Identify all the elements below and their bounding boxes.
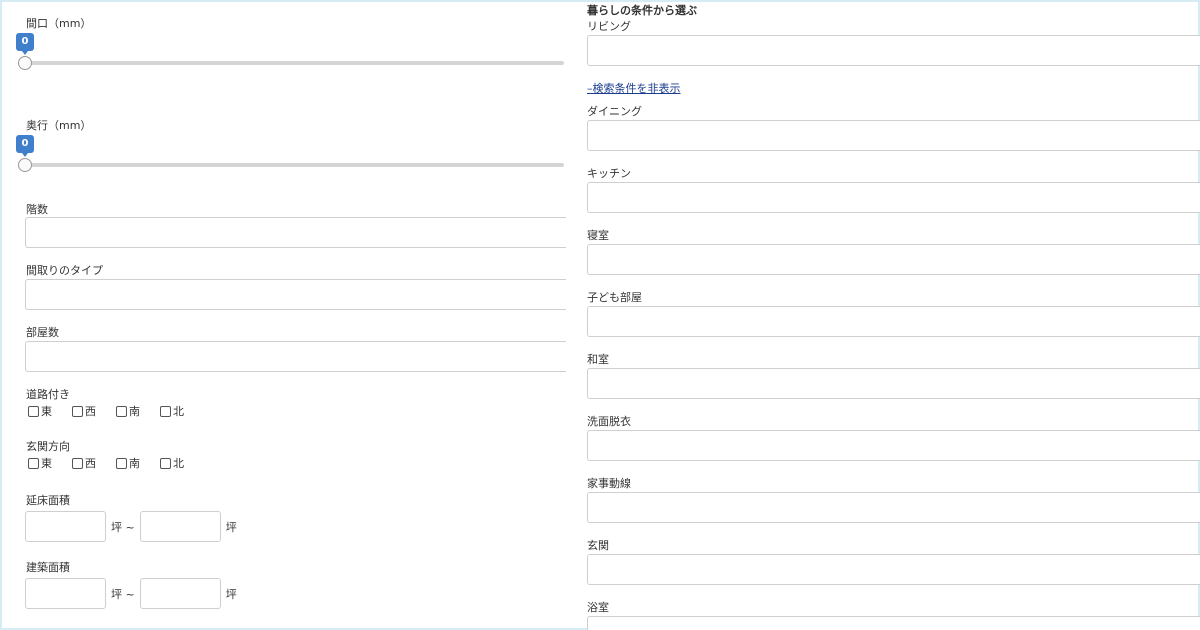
total-floor-area-range: 坪 ~ 坪 bbox=[25, 511, 242, 542]
bedroom-label: 寝室 bbox=[587, 229, 609, 242]
entrance-east-checkbox[interactable]: 東 bbox=[28, 456, 72, 470]
road-access-east-checkbox[interactable]: 東 bbox=[28, 404, 72, 418]
depth-slider-track[interactable] bbox=[24, 163, 564, 167]
living-select[interactable] bbox=[587, 35, 1200, 66]
width-slider-label: 間口（mm） bbox=[26, 17, 92, 30]
total-floor-area-min-input[interactable] bbox=[25, 511, 106, 542]
checkbox-label: 東 bbox=[41, 457, 52, 470]
checkbox-label: 北 bbox=[173, 457, 184, 470]
right-filter-column: 暮らしの条件から選ぶ リビング –検索条件を非表示 ダイニング キッチン 寝室 … bbox=[565, 0, 1200, 630]
width-slider-handle[interactable] bbox=[18, 56, 32, 70]
unit-label: 坪 ~ bbox=[111, 520, 135, 534]
depth-slider[interactable]: 0 bbox=[16, 135, 564, 175]
checkbox-box[interactable] bbox=[72, 405, 83, 417]
unit-label: 坪 ~ bbox=[111, 587, 135, 601]
checkbox-box[interactable] bbox=[28, 457, 39, 469]
entrance-direction-checkboxes: 東 西 南 北 bbox=[28, 456, 204, 470]
road-access-checkboxes: 東 西 南 北 bbox=[28, 404, 204, 418]
total-floor-area-label: 延床面積 bbox=[26, 494, 70, 507]
washroom-select[interactable] bbox=[587, 430, 1200, 461]
building-area-max-input[interactable] bbox=[139, 578, 221, 609]
kitchen-select[interactable] bbox=[587, 182, 1200, 213]
dining-label: ダイニング bbox=[587, 105, 642, 118]
total-floor-area-max-input[interactable] bbox=[139, 511, 221, 542]
kitchen-label: キッチン bbox=[587, 167, 631, 180]
checkbox-box[interactable] bbox=[28, 405, 39, 417]
housework-flow-label: 家事動線 bbox=[587, 477, 631, 490]
bathroom-label: 浴室 bbox=[587, 601, 609, 614]
entrance-select[interactable] bbox=[587, 554, 1200, 585]
housework-flow-select[interactable] bbox=[587, 492, 1200, 523]
checkbox-box[interactable] bbox=[160, 457, 171, 469]
lifestyle-heading: 暮らしの条件から選ぶ bbox=[587, 4, 697, 17]
unit-label: 坪 bbox=[225, 520, 237, 534]
checkbox-label: 西 bbox=[85, 405, 96, 418]
depth-slider-value-badge: 0 bbox=[16, 135, 34, 157]
checkbox-box[interactable] bbox=[72, 457, 83, 469]
checkbox-box[interactable] bbox=[116, 405, 127, 417]
checkbox-label: 南 bbox=[129, 405, 140, 418]
checkbox-label: 南 bbox=[129, 457, 140, 470]
layout-type-label: 間取りのタイプ bbox=[26, 264, 103, 277]
road-access-north-checkbox[interactable]: 北 bbox=[160, 404, 204, 418]
road-access-label: 道路付き bbox=[26, 388, 70, 401]
depth-slider-handle[interactable] bbox=[18, 158, 32, 172]
checkbox-box[interactable] bbox=[160, 405, 171, 417]
entrance-label: 玄関 bbox=[587, 539, 609, 552]
checkbox-label: 東 bbox=[41, 405, 52, 418]
entrance-direction-label: 玄関方向 bbox=[26, 440, 70, 453]
entrance-north-checkbox[interactable]: 北 bbox=[160, 456, 204, 470]
bathroom-select[interactable] bbox=[587, 616, 1200, 630]
living-label: リビング bbox=[587, 20, 631, 33]
kids-room-select[interactable] bbox=[587, 306, 1200, 337]
building-area-range: 坪 ~ 坪 bbox=[25, 578, 242, 609]
checkbox-label: 北 bbox=[173, 405, 184, 418]
rooms-select[interactable] bbox=[25, 341, 566, 372]
washroom-label: 洗面脱衣 bbox=[587, 415, 631, 428]
floors-label: 階数 bbox=[26, 203, 48, 216]
width-slider[interactable]: 0 bbox=[16, 33, 564, 73]
entrance-west-checkbox[interactable]: 西 bbox=[72, 456, 116, 470]
building-area-label: 建築面積 bbox=[26, 561, 70, 574]
left-filter-column: 間口（mm） 0 奥行（mm） 0 階数 間取りのタイプ 部屋数 道路付き 東 … bbox=[0, 0, 566, 630]
hide-search-conditions-link[interactable]: –検索条件を非表示 bbox=[587, 80, 681, 96]
entrance-south-checkbox[interactable]: 南 bbox=[116, 456, 160, 470]
dining-select[interactable] bbox=[587, 120, 1200, 151]
road-access-west-checkbox[interactable]: 西 bbox=[72, 404, 116, 418]
layout-type-select[interactable] bbox=[25, 279, 566, 310]
road-access-south-checkbox[interactable]: 南 bbox=[116, 404, 160, 418]
width-slider-track[interactable] bbox=[24, 61, 564, 65]
depth-slider-label: 奥行（mm） bbox=[26, 119, 92, 132]
japanese-room-label: 和室 bbox=[587, 353, 609, 366]
checkbox-box[interactable] bbox=[116, 457, 127, 469]
bedroom-select[interactable] bbox=[587, 244, 1200, 275]
floors-select[interactable] bbox=[25, 217, 566, 248]
unit-label: 坪 bbox=[225, 587, 237, 601]
japanese-room-select[interactable] bbox=[587, 368, 1200, 399]
rooms-label: 部屋数 bbox=[26, 326, 59, 339]
kids-room-label: 子ども部屋 bbox=[587, 291, 642, 304]
building-area-min-input[interactable] bbox=[25, 578, 106, 609]
checkbox-label: 西 bbox=[85, 457, 96, 470]
width-slider-value-badge: 0 bbox=[16, 33, 34, 55]
